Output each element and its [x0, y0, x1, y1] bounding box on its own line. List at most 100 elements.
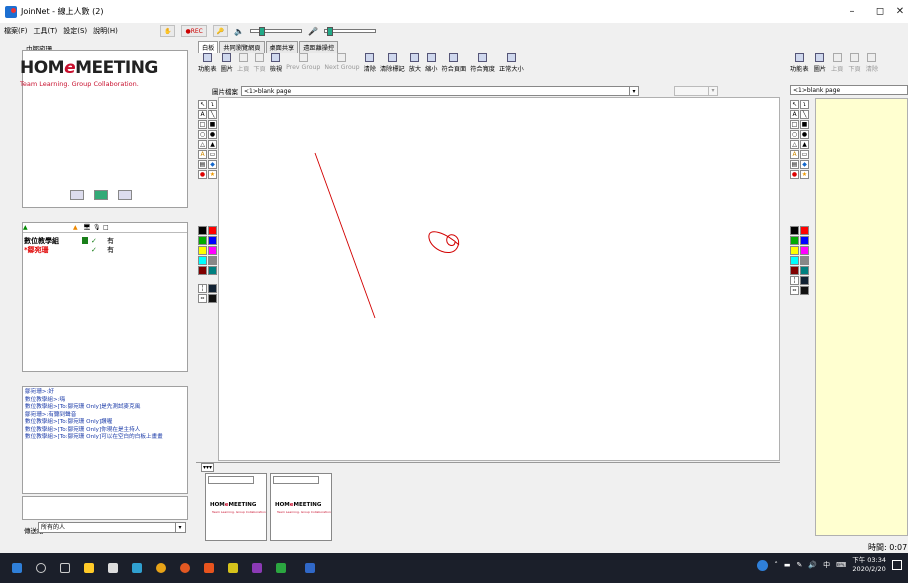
color-swatch[interactable] [790, 226, 799, 235]
filled-polygon-icon[interactable]: ▲ [800, 140, 809, 149]
ime-indicator[interactable]: 中 [823, 560, 830, 570]
right-menu-button[interactable]: 功能表 [790, 53, 809, 73]
prev-page-button[interactable]: 上頁 [237, 53, 249, 73]
fit-width-button[interactable]: 符合寬度 [470, 53, 495, 73]
slide-thumbnail[interactable]: HOMeMEETING Team Learning. Group Collabo… [270, 473, 332, 541]
keyboard-icon[interactable]: ⌨ [836, 561, 846, 569]
right-clear-button[interactable]: 清除 [866, 53, 878, 73]
pen-icon[interactable]: ✎ [796, 561, 802, 569]
slide-thumbnail[interactable]: HOMeMEETING Team Learning. Group Collabo… [205, 473, 267, 541]
right-page-select[interactable]: <1>blank page [790, 85, 908, 95]
thumb-select[interactable] [208, 476, 254, 484]
thumb-toggle[interactable]: ▾▾▾ [201, 463, 215, 472]
minimize-button[interactable]: – [838, 0, 866, 23]
menu-help[interactable]: 說明(H) [93, 26, 118, 36]
record-button[interactable]: ●REC [181, 25, 207, 37]
color-swatch[interactable] [198, 236, 207, 245]
right-prev-page-button[interactable]: 上頁 [831, 53, 843, 73]
notification-icon[interactable] [892, 560, 902, 570]
chrome-icon[interactable] [156, 563, 166, 573]
app-icon-3[interactable] [132, 563, 142, 573]
rect-icon[interactable]: □ [790, 120, 799, 129]
menu-file[interactable]: 檔案(F) [4, 26, 28, 36]
view-button[interactable]: 檢視 [270, 53, 282, 73]
menu-button[interactable]: 功能表 [198, 53, 217, 73]
app-icon-6[interactable] [204, 563, 214, 573]
thick-line-icon[interactable] [800, 276, 809, 285]
right-next-page-button[interactable]: 下頁 [848, 53, 861, 73]
color-swatch[interactable] [800, 236, 809, 245]
color-swatch[interactable] [800, 246, 809, 255]
pin-icon[interactable]: ◆ [208, 160, 217, 169]
color-swatch[interactable] [800, 256, 809, 265]
filled-rect-icon[interactable]: ■ [800, 120, 809, 129]
key-icon[interactable]: 🔑 [212, 25, 229, 37]
color-swatch[interactable] [198, 256, 207, 265]
tab-whiteboard[interactable]: 白板 [198, 41, 219, 53]
filled-ellipse-icon[interactable]: ● [800, 130, 809, 139]
clear-button[interactable]: 清除 [364, 53, 376, 73]
app-icon-7[interactable] [228, 563, 238, 573]
hand-icon[interactable]: ✋ [160, 25, 176, 37]
color-swatch[interactable] [800, 226, 809, 235]
polygon-icon[interactable]: △ [198, 140, 207, 149]
thumb-select[interactable] [273, 476, 319, 484]
thick-line-icon[interactable] [208, 284, 217, 293]
tab-desktop-share[interactable]: 桌面共享 [265, 41, 299, 53]
color-swatch[interactable] [208, 236, 217, 245]
color-swatch[interactable] [790, 246, 799, 255]
network-icon[interactable]: ▬ [784, 561, 791, 569]
ellipse-icon[interactable]: ○ [198, 130, 207, 139]
app-icon-8[interactable] [252, 563, 262, 573]
clear-marks-button[interactable]: 清除標記 [380, 53, 405, 73]
thin-line-icon[interactable]: ╎ [790, 276, 799, 285]
pointer-icon[interactable]: ↖ [198, 100, 207, 109]
user-row[interactable]: *鄒宛珊 ✓ 有 [24, 245, 114, 254]
text-icon[interactable]: A [790, 110, 799, 119]
microphone-volume-slider[interactable] [324, 27, 377, 36]
frame-icon[interactable]: ▭ [208, 150, 217, 159]
color-swatch[interactable] [800, 266, 809, 275]
ellipse-icon[interactable]: ○ [790, 130, 799, 139]
lasso-icon[interactable]: ɿ [208, 100, 217, 109]
search-icon[interactable] [36, 563, 46, 573]
color-swatch[interactable] [208, 226, 217, 235]
lasso-icon[interactable]: ɿ [800, 100, 809, 109]
highlight-icon[interactable]: A [790, 150, 799, 159]
chat-input[interactable] [22, 496, 188, 520]
notes-pane[interactable] [815, 98, 908, 536]
snapshot-icon[interactable] [118, 190, 132, 200]
image-button[interactable]: 圖片 [221, 53, 233, 73]
tab-remote-control[interactable]: 遠距離操控 [299, 41, 339, 53]
prev-group-button[interactable]: Prev Group [286, 53, 320, 73]
zoom-out-button[interactable]: 縮小 [425, 53, 437, 73]
task-view-icon[interactable] [60, 563, 70, 573]
dash-line-icon[interactable]: ╍ [790, 286, 799, 295]
apple-icon[interactable]: ● [198, 170, 207, 179]
video-icon[interactable] [70, 190, 84, 200]
zoom-in-button[interactable]: 放大 [409, 53, 421, 73]
bold-line-icon[interactable] [800, 286, 809, 295]
page-select[interactable]: ▾ [674, 85, 718, 96]
apple-icon[interactable]: ● [790, 170, 799, 179]
color-swatch[interactable] [790, 266, 799, 275]
clock[interactable]: 下午 03:34 2020/2/20 [852, 556, 886, 574]
speaker-volume-slider[interactable] [250, 27, 303, 36]
color-swatch[interactable] [790, 256, 799, 265]
user-icon[interactable] [757, 559, 769, 571]
text-icon[interactable]: A [198, 110, 207, 119]
app-icon-9[interactable] [276, 563, 286, 573]
bold-line-icon[interactable] [208, 294, 217, 303]
share-icon[interactable] [94, 190, 108, 200]
star-icon[interactable]: ★ [800, 170, 809, 179]
normal-size-button[interactable]: 正常大小 [499, 53, 524, 73]
rect-icon[interactable]: □ [198, 120, 207, 129]
fit-page-button[interactable]: 符合頁面 [441, 53, 466, 73]
filled-polygon-icon[interactable]: ▲ [208, 140, 217, 149]
filled-rect-icon[interactable]: ■ [208, 120, 217, 129]
polygon-icon[interactable]: △ [790, 140, 799, 149]
color-swatch[interactable] [198, 246, 207, 255]
close-button[interactable]: ✕ [892, 0, 908, 23]
highlight-icon[interactable]: A [198, 150, 207, 159]
app-icon-2[interactable] [108, 563, 118, 573]
